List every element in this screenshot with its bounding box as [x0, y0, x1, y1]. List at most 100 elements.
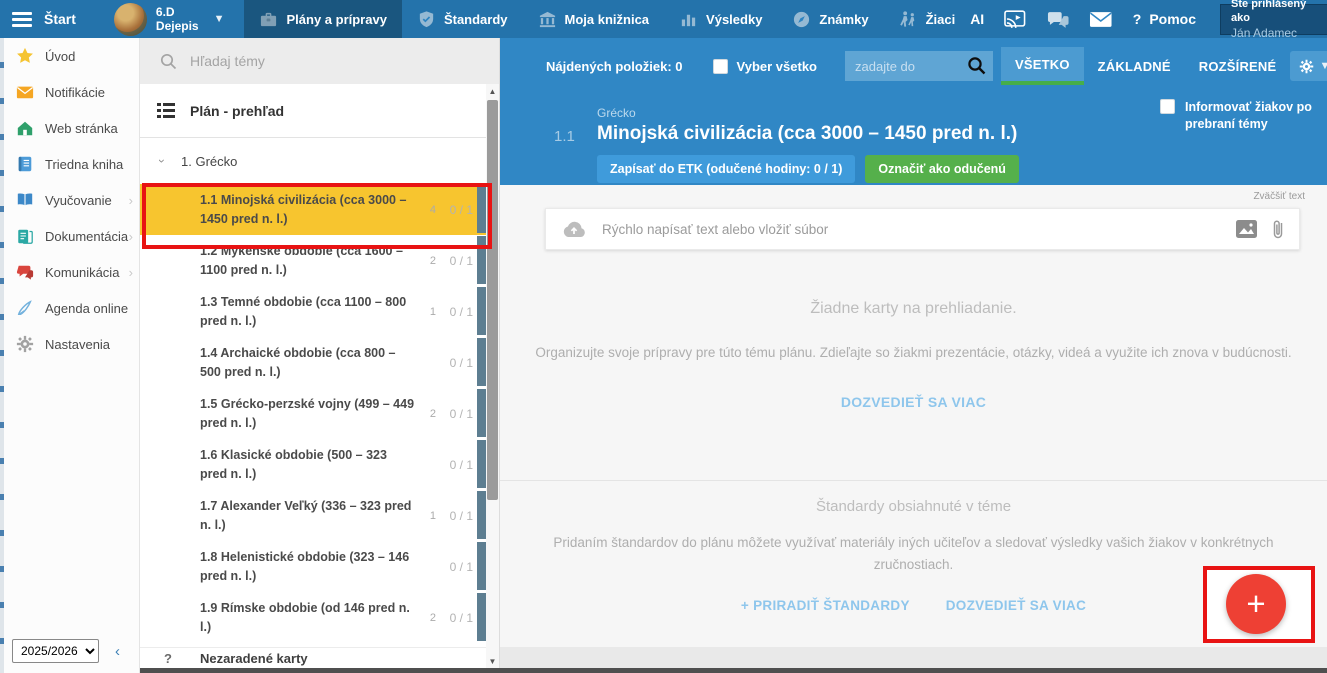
empty-cards-text: Organizujte svoje prípravy pre túto tému… — [519, 342, 1309, 364]
enlarge-text-label[interactable]: Zväčšiť text — [1253, 191, 1305, 202]
checkbox-icon[interactable] — [1160, 99, 1175, 114]
topic-row-1-5[interactable]: 1.5 Grécko-perzské vojny (499 – 449 pred… — [140, 388, 486, 439]
notify-students-checkbox[interactable]: Informovať žiakov po prebraní témy — [1160, 99, 1318, 133]
sidebar-item-komunikacia[interactable]: Komunikácia › — [4, 254, 139, 290]
topic-card-count: 4 — [430, 204, 436, 216]
school-year-select[interactable]: 2025/2026 — [12, 639, 99, 663]
ai-button[interactable]: AI — [970, 11, 984, 27]
topic-row-1-3[interactable]: 1.3 Temné obdobie (cca 1100 – 800 pred n… — [140, 286, 486, 337]
topic-progress: 0 / 1 — [450, 254, 473, 268]
gear-icon — [16, 335, 34, 353]
topic-number: 1.8 — [200, 550, 217, 564]
filter-tabs: VŠETKO ZÁKLADNÉ ROZŠÍRENÉ — [1001, 47, 1290, 85]
cloud-upload-icon — [561, 220, 587, 239]
sidebar-item-agenda-online[interactable]: Agenda online — [4, 290, 139, 326]
sidebar-item-nastavenia[interactable]: Nastavenia — [4, 326, 139, 362]
class-selector[interactable]: 6.D Dejepis ▼ — [114, 3, 225, 36]
scrollbar-thumb[interactable] — [487, 100, 498, 500]
checkbox-icon[interactable] — [713, 59, 728, 74]
topic-title: Temné obdobie (cca 1100 – 800 pred n. l.… — [200, 295, 406, 327]
filter-tab-zakladne[interactable]: ZÁKLADNÉ — [1084, 47, 1185, 85]
document-icon — [16, 227, 34, 245]
card-search-input[interactable] — [855, 59, 967, 74]
scroll-up-icon[interactable]: ▲ — [486, 87, 499, 96]
cast-icon[interactable] — [1004, 10, 1026, 28]
card-search-box[interactable] — [845, 51, 993, 81]
plan-overview-row[interactable]: Plán - prehľad — [140, 84, 499, 138]
sidebar-item-label: Komunikácia — [45, 265, 119, 280]
tab-ziaci[interactable]: Žiaci — [884, 0, 971, 38]
found-items-label: Nájdených položiek: 0 — [546, 59, 683, 74]
subject-name: Dejepis — [156, 19, 199, 33]
filter-tab-vsetko[interactable]: VŠETKO — [1001, 47, 1084, 85]
scroll-down-icon[interactable]: ▼ — [486, 657, 499, 666]
topic-row-1-1[interactable]: 1.1 Minojská civilizácia (cca 3000 – 145… — [140, 184, 486, 235]
list-icon — [157, 103, 175, 118]
learn-more-link-2[interactable]: DOZVEDIEŤ SA VIAC — [946, 598, 1086, 613]
topic-row-1-9[interactable]: 1.9 Rímske obdobie (od 146 pred n. l.) 2… — [140, 592, 486, 643]
empty-cards-section: Žiadne karty na prehliadanie. Organizujt… — [500, 300, 1327, 412]
tab-vysledky[interactable]: Výsledky — [664, 0, 777, 38]
topic-title: Grécko-perzské vojny (499 – 449 pred n. … — [200, 397, 414, 429]
paperclip-icon[interactable] — [1272, 218, 1284, 240]
topic-row-bar — [477, 287, 486, 335]
topic-row-1-4[interactable]: 1.4 Archaické obdobie (cca 800 – 500 pre… — [140, 337, 486, 388]
sidebar-item-web-stranka[interactable]: Web stránka — [4, 110, 139, 146]
topic-progress: 0 / 1 — [450, 560, 473, 574]
class-avatar — [114, 3, 147, 36]
sidebar-item-triedna-kniha[interactable]: Triedna kniha — [4, 146, 139, 182]
plan-scrollbar[interactable]: ▲ ▼ — [486, 84, 499, 669]
chat-bubbles-icon[interactable] — [1046, 10, 1070, 29]
filter-tab-rozsirene[interactable]: ROZŠÍRENÉ — [1185, 47, 1291, 85]
mark-as-taught-button[interactable]: Označiť ako odučenú — [865, 155, 1019, 183]
tab-moja-kniznica[interactable]: Moja knižnica — [523, 0, 665, 38]
search-icon[interactable] — [967, 56, 987, 76]
tab-plany-a-pripravy[interactable]: Plány a prípravy — [244, 0, 401, 38]
topic-row-1-6[interactable]: 1.6 Klasické obdobie (500 – 323 pred n. … — [140, 439, 486, 490]
sidebar-item-notifikacie[interactable]: Notifikácie — [4, 74, 139, 110]
write-to-etk-button[interactable]: Zapísať do ETK (odučené hodiny: 0 / 1) — [597, 155, 855, 183]
topic-row-1-7[interactable]: 1.7 Alexander Veľký (336 – 323 pred n. l… — [140, 490, 486, 541]
tab-label: Výsledky — [706, 12, 762, 27]
topic-title: Rímske obdobie (od 146 pred n. l.) — [200, 601, 410, 633]
tab-standardy[interactable]: Štandardy — [402, 0, 523, 38]
mail-icon[interactable] — [1089, 11, 1113, 28]
topic-progress: 0 / 1 — [450, 458, 473, 472]
menu-hamburger-icon[interactable] — [12, 9, 32, 30]
topic-row-1-2[interactable]: 1.2 Mykénske obdobie (cca 1600 – 1100 pr… — [140, 235, 486, 286]
logged-in-user-dropdown[interactable]: Ste prihlásený ako Ján Adamec ▼ — [1220, 4, 1327, 35]
tab-znamky[interactable]: Známky — [777, 0, 883, 38]
topic-progress: 0 / 1 — [450, 305, 473, 319]
sidebar-item-vyucovanie[interactable]: Vyučovanie › — [4, 182, 139, 218]
topbar: Štart 6.D Dejepis ▼ Plány a prípravy Šta… — [0, 0, 1327, 38]
unsorted-cards-row[interactable]: ? Nezaradené karty — [140, 647, 486, 669]
page-title: Minojská civilizácia (cca 3000 – 1450 pr… — [597, 123, 1017, 145]
topic-search-bar[interactable] — [140, 38, 499, 84]
topic-row-1-8[interactable]: 1.8 Helenistické obdobie (323 – 146 pred… — [140, 541, 486, 592]
collapse-sidebar-icon[interactable]: ‹ — [115, 643, 120, 660]
tab-label: Žiaci — [926, 12, 956, 27]
assign-standards-link[interactable]: + PRIRADIŤ ŠTANDARDY — [741, 598, 910, 613]
image-icon[interactable] — [1236, 220, 1257, 238]
settings-dropdown-button[interactable]: ▼ — [1290, 51, 1327, 81]
chevron-right-icon: › — [129, 265, 133, 280]
topic-card-count: 2 — [430, 612, 436, 624]
quick-text-input[interactable]: Rýchlo napísať text alebo vložiť súbor — [545, 208, 1300, 250]
topic-search-input[interactable] — [190, 53, 430, 69]
topic-card-count: 1 — [430, 510, 436, 522]
topic-row-bar — [477, 236, 486, 284]
select-all-checkbox[interactable]: Vyber všetko — [713, 59, 817, 74]
tab-label: Plány a prípravy — [286, 12, 386, 27]
section-divider — [500, 480, 1327, 481]
sidebar-item-uvod[interactable]: Úvod — [4, 38, 139, 74]
chevron-down-icon: ▼ — [1319, 60, 1327, 72]
sidebar-item-dokumentacia[interactable]: Dokumentácia › — [4, 218, 139, 254]
chapter-row-grecko[interactable]: › 1. Grécko — [140, 138, 499, 184]
question-mark-icon: ? — [1133, 11, 1142, 27]
sidebar-item-label: Nastavenia — [45, 337, 110, 352]
learn-more-link[interactable]: DOZVEDIEŤ SA VIAC — [841, 394, 986, 410]
start-button[interactable]: Štart — [44, 11, 76, 27]
topic-header: Nájdených položiek: 0 Vyber všetko VŠETK… — [500, 38, 1327, 185]
add-card-fab-button[interactable]: + — [1226, 574, 1286, 634]
help-button[interactable]: ? Pomoc — [1133, 11, 1196, 27]
